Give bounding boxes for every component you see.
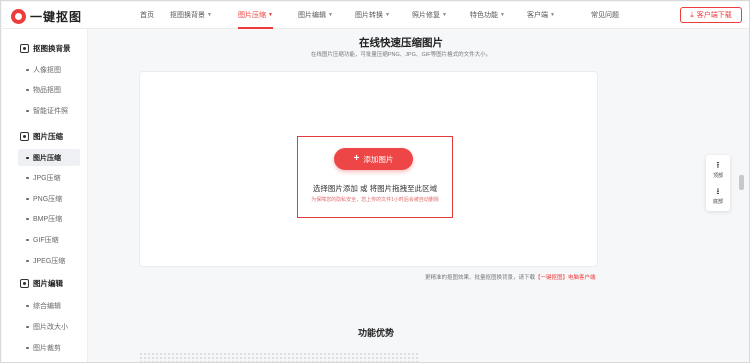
- upload-dropzone[interactable]: + 添加图片 选择图片添加 或 将图片拖拽至此区域 为保障您的隐私安全，您上传的…: [297, 136, 453, 218]
- nav-item-8[interactable]: 常见问题: [591, 2, 619, 29]
- sidebar-item[interactable]: JPG压缩: [18, 169, 80, 186]
- drop-hint: 选择图片添加 或 将图片拖拽至此区域: [312, 184, 438, 193]
- arrow-down-icon: ⭳: [716, 186, 720, 196]
- sidebar-item[interactable]: PNG压缩: [18, 190, 80, 207]
- nav-item-label: 特色功能: [470, 12, 498, 19]
- compress-icon: [20, 132, 29, 141]
- cutout-icon: [20, 44, 29, 53]
- sidebar-item[interactable]: 图片改大小: [18, 318, 80, 335]
- client-download-button[interactable]: ⤓ 客户端下载: [680, 7, 742, 23]
- add-image-label: 添加图片: [363, 154, 394, 164]
- edit-icon: [20, 279, 29, 288]
- app-window: 一键抠图 首页 抠图换背景 ▼ 图片压缩 ▼ 图片编辑 ▼ 图片转换 ▼ 照片修复 ▼ 特色功能 ▼ 客户…: [0, 0, 750, 363]
- client-promo: 更精准的抠图效果、批量抠图换背景，请下载【一键抠图】电脑客户端: [425, 273, 597, 281]
- back-to-top-label: 顶部: [712, 173, 723, 179]
- sidebar: 抠图换背景 人像抠图 物品抠图 智能证件照 图片压缩 图片压缩 JPG压缩 PNG压缩 BMP压…: [2, 29, 88, 362]
- chevron-down-icon: ▼: [442, 12, 447, 18]
- sidebar-group-title: 抠图换背景: [33, 44, 71, 53]
- chevron-down-icon: ▼: [328, 12, 333, 18]
- sidebar-item[interactable]: JPEG压缩: [18, 252, 80, 269]
- back-to-top-button[interactable]: ⭱ 顶部: [706, 157, 730, 183]
- privacy-notice: 为保障您的隐私安全，您上传的文件1小时后会被自动删除: [311, 197, 439, 203]
- chevron-down-icon: ▼: [207, 12, 212, 18]
- scrollbar-thumb[interactable]: [739, 175, 744, 190]
- sidebar-group-1: 图片压缩: [2, 131, 88, 142]
- page-subtitle: 在线图片压缩功能，可批量压缩PNG、JPG、GIF等图片格式的文件大小。: [310, 52, 492, 58]
- nav-item-label: 图片转换: [355, 12, 383, 19]
- sidebar-group-title: 图片编辑: [33, 279, 63, 288]
- floating-toolbar: ⭱ 顶部 ⭳ 底部: [706, 155, 730, 211]
- sidebar-item[interactable]: 图片压缩: [18, 149, 80, 166]
- client-promo-text: 更精准的抠图效果、批量抠图换背景，请下载: [425, 275, 536, 281]
- features-section-title: 功能优势: [357, 328, 394, 338]
- sidebar-item[interactable]: 智能证件照: [18, 102, 80, 119]
- nav-item-label: 抠图换背景: [170, 12, 205, 19]
- sidebar-group-title: 图片压缩: [33, 132, 63, 141]
- nav-item-0[interactable]: 首页: [140, 2, 154, 29]
- sidebar-item[interactable]: BMP压缩: [18, 210, 80, 227]
- nav-item-label: 常见问题: [591, 12, 619, 19]
- brand-name: 一键抠图: [30, 10, 83, 24]
- brand-logo[interactable]: 一键抠图: [11, 8, 82, 25]
- arrow-up-icon: ⭱: [716, 160, 720, 170]
- chevron-down-icon: ▼: [500, 12, 505, 18]
- nav-item-2[interactable]: 图片压缩 ▼: [238, 2, 273, 29]
- nav-item-3[interactable]: 图片编辑 ▼: [298, 2, 333, 29]
- sidebar-item[interactable]: 人像抠图: [18, 61, 80, 78]
- nav-item-label: 首页: [140, 12, 154, 19]
- nav-item-7[interactable]: 客户端 ▼: [527, 2, 555, 29]
- sidebar-item[interactable]: 综合编辑: [18, 297, 80, 314]
- plus-icon: +: [353, 153, 360, 164]
- nav-item-label: 图片压缩: [238, 12, 266, 19]
- sidebar-item[interactable]: 图片裁剪: [18, 339, 80, 356]
- page-title: 在线快速压缩图片: [359, 37, 443, 49]
- nav-item-1[interactable]: 抠图换背景 ▼: [170, 2, 212, 29]
- nav-item-6[interactable]: 特色功能 ▼: [470, 2, 505, 29]
- client-download-label: 客户端下载: [696, 12, 732, 19]
- client-promo-link[interactable]: 【一键抠图】电脑客户端: [535, 275, 596, 281]
- download-icon: ⤓: [690, 10, 694, 19]
- go-to-bottom-button[interactable]: ⭳ 底部: [706, 183, 730, 209]
- go-to-bottom-label: 底部: [712, 199, 723, 205]
- chevron-down-icon: ▼: [385, 12, 390, 18]
- nav-item-5[interactable]: 照片修复 ▼: [412, 2, 447, 29]
- nav-item-label: 客户端: [527, 12, 548, 19]
- sidebar-group-2: 图片编辑: [2, 278, 88, 289]
- nav-item-label: 照片修复: [412, 12, 440, 19]
- sidebar-item[interactable]: GIF压缩: [18, 231, 80, 248]
- decorative-dot-pattern: [139, 352, 418, 362]
- sidebar-item[interactable]: 物品抠图: [18, 81, 80, 98]
- nav-item-4[interactable]: 图片转换 ▼: [355, 2, 390, 29]
- sidebar-group-0: 抠图换背景: [2, 43, 88, 54]
- top-navigation: 一键抠图 首页 抠图换背景 ▼ 图片压缩 ▼ 图片编辑 ▼ 图片转换 ▼ 照片修复 ▼ 特色功能 ▼ 客户…: [2, 2, 749, 29]
- nav-item-label: 图片编辑: [298, 12, 326, 19]
- logo-icon: [11, 9, 26, 24]
- chevron-down-icon: ▼: [550, 12, 555, 18]
- chevron-down-icon: ▼: [268, 12, 273, 18]
- add-image-button[interactable]: + 添加图片: [334, 148, 413, 170]
